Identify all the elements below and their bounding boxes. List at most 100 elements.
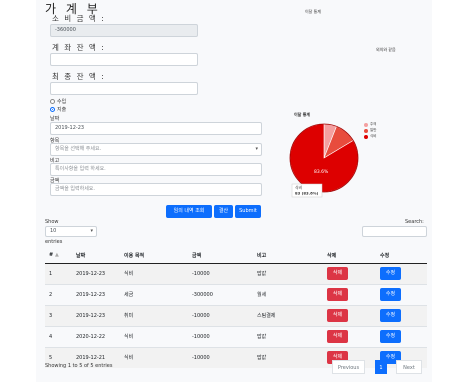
cell-edit: 수정 [376, 262, 427, 284]
radio-income-circle[interactable] [50, 99, 55, 104]
spent-label: 소 비 금 액 : [52, 14, 106, 23]
amount-field[interactable]: 금액을 입력하세요. [50, 183, 262, 196]
cell-note: 밥값 [253, 346, 323, 368]
header-date[interactable]: 날짜 [72, 248, 120, 264]
final-balance-field[interactable] [50, 82, 198, 95]
search-input[interactable] [362, 226, 427, 237]
header-delete[interactable]: 삭제 [323, 248, 376, 264]
submit-button[interactable]: Submit [235, 205, 261, 218]
cell-date: 2019-12-23 [72, 283, 120, 305]
legend-label-2: 일반 [370, 128, 377, 132]
header-num-label: # [49, 252, 54, 259]
cell-purpose: 식비 [120, 346, 188, 368]
delete-button[interactable]: 삭제 [327, 288, 348, 301]
table-row: 3 2019-12-23 취미 -10000 스팀결제 삭제 수정 [45, 304, 427, 326]
header-note[interactable]: 비고 [253, 248, 323, 264]
table-row: 4 2020-12-22 식비 -10000 밥값 삭제 수정 [45, 325, 427, 347]
date-label: 날짜 [50, 116, 60, 122]
legend-item-1: 주의 [364, 122, 376, 127]
header-edit[interactable]: 수정 [376, 248, 427, 264]
pie-tooltip-line1: 식비 [295, 185, 302, 190]
radio-expense-circle[interactable] [50, 107, 55, 112]
radio-expense-label: 지출 [57, 107, 67, 113]
legend-swatch-2 [364, 128, 368, 133]
legend-swatch-1 [364, 122, 368, 127]
radio-income-label: 수입 [57, 99, 67, 105]
top-chart-title: 이달 통계 [305, 9, 321, 14]
entries-select-value: 10 [50, 228, 57, 234]
pie-chart: 83.6% 식비 83 (83.6%) [289, 123, 359, 198]
table-row: 1 2019-12-23 식비 -10000 밥값 삭제 수정 [45, 262, 427, 284]
show-label: Show [45, 219, 59, 225]
category-select[interactable]: 항목을 선택해 주세요. ▾ [50, 143, 262, 156]
settle-button[interactable]: 결산 [214, 205, 233, 218]
cell-date: 2019-12-23 [72, 304, 120, 326]
cell-amount: -10000 [188, 325, 253, 347]
delete-button[interactable]: 삭제 [327, 267, 348, 280]
delete-button[interactable]: 삭제 [327, 330, 348, 343]
edit-button[interactable]: 수정 [380, 309, 401, 322]
cell-purpose: 취미 [120, 304, 188, 326]
chevron-down-icon: ▾ [255, 146, 258, 152]
legend-item-2: 일반 [364, 128, 376, 133]
final-balance-label: 최 종 잔 액 : [52, 72, 106, 81]
header-num[interactable]: # ▲ [45, 248, 72, 264]
header-amount[interactable]: 금액 [188, 248, 253, 264]
cell-delete: 삭제 [323, 283, 376, 305]
view-history-button[interactable]: 임의 내역 조회 [166, 205, 212, 218]
table-row: 2 2019-12-23 세금 -300000 월세 삭제 수정 [45, 283, 427, 305]
cell-num: 2 [45, 283, 72, 305]
table-header-row: # ▲ 날짜 이용 목적 금액 비고 삭제 수정 [45, 248, 427, 264]
cell-edit: 수정 [376, 325, 427, 347]
cell-amount: -10000 [188, 304, 253, 326]
account-balance-label: 계 좌 잔 액 : [52, 43, 106, 52]
cell-note: 밥값 [253, 325, 323, 347]
cell-amount: -300000 [188, 283, 253, 305]
chevron-down-icon: ▾ [90, 228, 93, 234]
cell-date: 2019-12-23 [72, 262, 120, 284]
cell-purpose: 식비 [120, 325, 188, 347]
cell-amount: -10000 [188, 262, 253, 284]
cell-num: 4 [45, 325, 72, 347]
header-purpose[interactable]: 이용 목적 [120, 248, 188, 264]
entries-select[interactable]: 10 ▾ [45, 226, 97, 237]
cell-note: 월세 [253, 283, 323, 305]
entries-label: entries [45, 239, 63, 245]
cell-edit: 수정 [376, 304, 427, 326]
legend-item-3: 식비 [364, 134, 376, 139]
note-field[interactable]: 특이사항을 입력 하세요. [50, 163, 262, 176]
cell-note: 스팀결제 [253, 304, 323, 326]
pie-center-label: 83.6% [314, 169, 329, 175]
cell-num: 3 [45, 304, 72, 326]
expense-table: # ▲ 날짜 이용 목적 금액 비고 삭제 수정 1 2019-12-23 식비 -1… [45, 248, 427, 368]
date-field[interactable]: 2019-12-23 [50, 122, 262, 135]
cell-delete: 삭제 [323, 304, 376, 326]
next-button[interactable]: Next [396, 360, 422, 374]
edit-button[interactable]: 수정 [380, 288, 401, 301]
cell-date: 2020-12-22 [72, 325, 120, 347]
spent-field: -360000 [50, 24, 198, 37]
legend-swatch-3 [364, 134, 368, 139]
page-1-button[interactable]: 1 [375, 360, 387, 374]
edit-button[interactable]: 수정 [380, 267, 401, 280]
cell-delete: 삭제 [323, 262, 376, 284]
pie-tooltip-line2: 83 (83.6%) [295, 191, 319, 196]
delete-button[interactable]: 삭제 [327, 309, 348, 322]
account-balance-field[interactable] [50, 53, 198, 66]
cell-edit: 수정 [376, 283, 427, 305]
sort-icon: ▲ [54, 252, 59, 259]
top-chart-subtitle: 외의와 같음 [376, 47, 396, 52]
category-select-text: 항목을 선택해 주세요. [55, 146, 102, 152]
cell-purpose: 식비 [120, 262, 188, 284]
search-label: Search: [405, 219, 424, 225]
cell-amount: -10000 [188, 346, 253, 368]
edit-button[interactable]: 수정 [380, 330, 401, 343]
cell-note: 밥값 [253, 262, 323, 284]
radio-expense[interactable]: 지출 [50, 106, 66, 113]
cell-num: 1 [45, 262, 72, 284]
legend-label-1: 주의 [370, 122, 377, 126]
radio-income[interactable]: 수입 [50, 98, 66, 105]
legend-label-3: 식비 [370, 134, 377, 138]
previous-button[interactable]: Previous [332, 360, 365, 374]
table-info: Showing 1 to 5 of 5 entries [45, 363, 113, 369]
